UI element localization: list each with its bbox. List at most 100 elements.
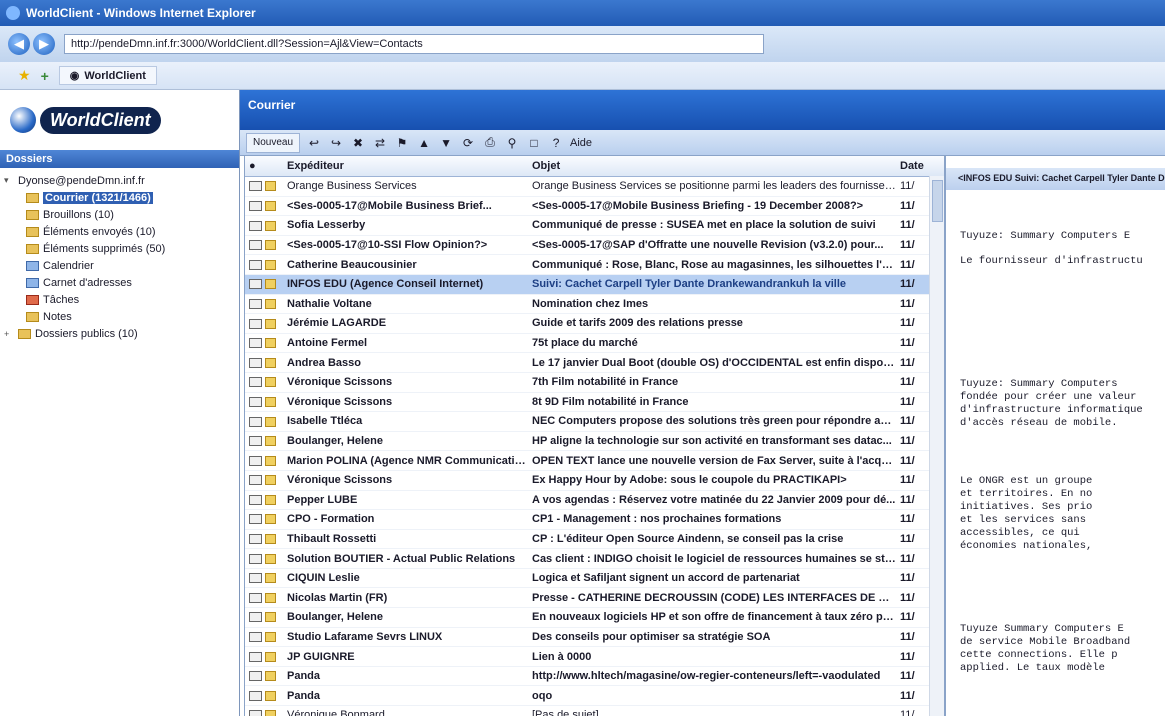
help-label[interactable]: Aide bbox=[570, 137, 592, 149]
message-row[interactable]: CPO - Formation CP1 - Management : nos pr… bbox=[245, 510, 944, 530]
message-row[interactable]: CIQUIN Leslie Logica et Safiljant signent… bbox=[245, 569, 944, 589]
new-message-button[interactable]: Nouveau bbox=[246, 132, 301, 153]
folder-contacts[interactable]: Carnet d'adresses bbox=[4, 274, 239, 291]
scrollbar-thumb[interactable] bbox=[932, 180, 943, 222]
message-from: Panda bbox=[287, 670, 321, 683]
previous-icon[interactable]: ▲ bbox=[416, 135, 432, 151]
folder-icon bbox=[265, 416, 276, 427]
preview-line: Tuyuze: Summary Computers bbox=[960, 378, 1118, 390]
message-row[interactable]: Boulanger, Helene HP aligne la technologi… bbox=[245, 432, 944, 452]
message-row[interactable]: Catherine Beaucousinier Communiqué : Rose… bbox=[245, 255, 944, 275]
message-date: 11/ bbox=[900, 435, 915, 448]
message-subject: <Ses-0005-17@Mobile Business Briefing - … bbox=[532, 199, 864, 212]
message-row[interactable]: Isabelle Ttléca NEC Computers propose des… bbox=[245, 412, 944, 432]
folder-icon bbox=[265, 553, 276, 564]
favorites-star-icon[interactable]: ★ bbox=[18, 67, 31, 84]
url-input[interactable] bbox=[64, 34, 764, 54]
folder-calendar[interactable]: Calendrier bbox=[4, 257, 239, 274]
envelope-icon bbox=[249, 240, 262, 251]
envelope-icon bbox=[249, 553, 262, 564]
search-icon[interactable]: ⚲ bbox=[504, 135, 520, 151]
message-row[interactable]: <Ses-0005-17@Mobile Business Brief... <Se… bbox=[245, 197, 944, 217]
folder-deleted[interactable]: Éléments supprimés (50) bbox=[4, 240, 239, 257]
collapse-icon[interactable]: ▾ bbox=[4, 175, 14, 186]
back-arrow-icon[interactable]: ◀ bbox=[8, 33, 30, 55]
message-status-icon bbox=[245, 200, 287, 212]
message-date: 11/ bbox=[900, 552, 915, 565]
flag-icon[interactable]: ⚑ bbox=[394, 135, 410, 151]
message-row[interactable]: Véronique Bonmard [Pas de sujet] 11/ bbox=[245, 706, 944, 716]
message-subject: [Pas de sujet] bbox=[532, 709, 599, 716]
message-row[interactable]: Pepper LUBE A vos agendas : Réservez votr… bbox=[245, 491, 944, 511]
message-from: JP GUIGNRE bbox=[287, 650, 355, 663]
folder-public[interactable]: + Dossiers publics (10) bbox=[4, 325, 239, 342]
message-list-scrollbar[interactable] bbox=[929, 176, 944, 716]
message-from: <Ses-0005-17@10-SSI Flow Opinion?> bbox=[287, 239, 488, 252]
message-row[interactable]: Marion POLINA (Agence NMR Communication)… bbox=[245, 451, 944, 471]
column-header-date[interactable]: Date bbox=[900, 160, 930, 172]
forward-icon[interactable]: ↪ bbox=[328, 135, 344, 151]
message-row[interactable]: Studio Lafarame Sevrs LINUX Des conseils … bbox=[245, 628, 944, 648]
folder-icon[interactable]: □ bbox=[526, 135, 542, 151]
folder-sent[interactable]: Éléments envoyés (10) bbox=[4, 223, 239, 240]
folder-icon bbox=[18, 328, 31, 339]
message-row[interactable]: Sofia Lesserby Communiqué de presse : SUS… bbox=[245, 216, 944, 236]
message-status-icon bbox=[245, 592, 287, 604]
add-favorite-icon[interactable]: + bbox=[41, 68, 49, 84]
message-status-icon bbox=[245, 611, 287, 623]
message-status-icon bbox=[245, 357, 287, 369]
move-icon[interactable]: ⇄ bbox=[372, 135, 388, 151]
expand-icon[interactable]: + bbox=[4, 329, 14, 339]
message-row[interactable]: Véronique Scissons 8t 9D Film notabilité … bbox=[245, 393, 944, 413]
message-row[interactable]: Thibault Rossetti CP : L'éditeur Open Sou… bbox=[245, 530, 944, 550]
folder-inbox[interactable]: Courrier (1321/1466) bbox=[4, 189, 239, 206]
print-icon[interactable]: ⎙ bbox=[482, 135, 498, 151]
help-icon[interactable]: ? bbox=[548, 135, 564, 151]
next-icon[interactable]: ▼ bbox=[438, 135, 454, 151]
forward-arrow-icon[interactable]: ▶ bbox=[33, 33, 55, 55]
message-date: 11/ bbox=[900, 454, 915, 467]
folder-notes[interactable]: Notes bbox=[4, 308, 239, 325]
message-status-icon bbox=[245, 219, 287, 231]
message-subject: Communiqué : Rose, Blanc, Rose au magasi… bbox=[532, 258, 898, 271]
delete-icon[interactable]: ✖ bbox=[350, 135, 366, 151]
message-subject: Cas client : INDIGO choisit le logiciel … bbox=[532, 552, 900, 565]
message-row[interactable]: <Ses-0005-17@10-SSI Flow Opinion?> <Ses-0… bbox=[245, 236, 944, 256]
message-row[interactable]: Véronique Scissons Ex Happy Hour by Adobe… bbox=[245, 471, 944, 491]
message-date: 11/ bbox=[900, 650, 915, 663]
message-row[interactable]: Jérémie LAGARDE Guide et tarifs 2009 des … bbox=[245, 314, 944, 334]
folder-icon bbox=[26, 226, 39, 237]
reply-icon[interactable]: ↩ bbox=[306, 135, 322, 151]
message-row[interactable]: Antoine Fermel 75t place du marché 11/ bbox=[245, 334, 944, 354]
message-from: Nicolas Martin (FR) bbox=[287, 591, 388, 604]
preview-line: d'infrastructure informatique bbox=[960, 404, 1143, 416]
folder-banner: Courrier bbox=[240, 90, 1165, 130]
message-row[interactable]: Andrea Basso Le 17 janvier Dual Boot (dou… bbox=[245, 353, 944, 373]
sort-status-icon[interactable]: ● bbox=[245, 160, 287, 172]
message-date: 11/ bbox=[900, 199, 915, 212]
folder-icon bbox=[265, 514, 276, 525]
folder-icon bbox=[265, 259, 276, 270]
message-row[interactable]: INFOS EDU (Agence Conseil Internet) Suivi… bbox=[245, 274, 944, 295]
preview-body: Tuyuze: Summary Computers E Le fournisseu… bbox=[946, 230, 1165, 675]
message-row[interactable]: Panda oqo 11/ bbox=[245, 686, 944, 707]
message-row[interactable]: Boulanger, Helene En nouveaux logiciels H… bbox=[245, 608, 944, 628]
refresh-icon[interactable]: ⟳ bbox=[460, 135, 476, 151]
message-row[interactable]: Véronique Scissons 7th Film notabilité in… bbox=[245, 373, 944, 393]
folder-root[interactable]: ▾ Dyonse@pendeDmn.inf.fr bbox=[4, 172, 239, 189]
message-row[interactable]: Nathalie Voltane Nomination chez Imes 11/ bbox=[245, 295, 944, 315]
browser-tab[interactable]: ◉ WorldClient bbox=[58, 66, 157, 85]
message-status-icon bbox=[245, 415, 287, 427]
message-row[interactable]: Solution BOUTIER - Actual Public Relatio… bbox=[245, 549, 944, 569]
message-row[interactable]: Orange Business Services Orange Business … bbox=[245, 177, 944, 197]
message-row[interactable]: Nicolas Martin (FR) Presse - CATHERINE DE… bbox=[245, 588, 944, 609]
column-header-from[interactable]: Expéditeur bbox=[287, 160, 532, 172]
folder-icon bbox=[265, 690, 276, 701]
message-row[interactable]: JP GUIGNRE Lien à 0000 11/ bbox=[245, 647, 944, 667]
message-row[interactable]: Panda http://www.hltech/magasine/ow-regie… bbox=[245, 667, 944, 687]
folder-tasks[interactable]: Tâches bbox=[4, 291, 239, 308]
message-subject: NEC Computers propose des solutions très… bbox=[532, 415, 900, 428]
column-header-subject[interactable]: Objet bbox=[532, 160, 900, 172]
folder-drafts[interactable]: Brouillons (10) bbox=[4, 206, 239, 223]
message-from: CPO - Formation bbox=[287, 513, 375, 526]
